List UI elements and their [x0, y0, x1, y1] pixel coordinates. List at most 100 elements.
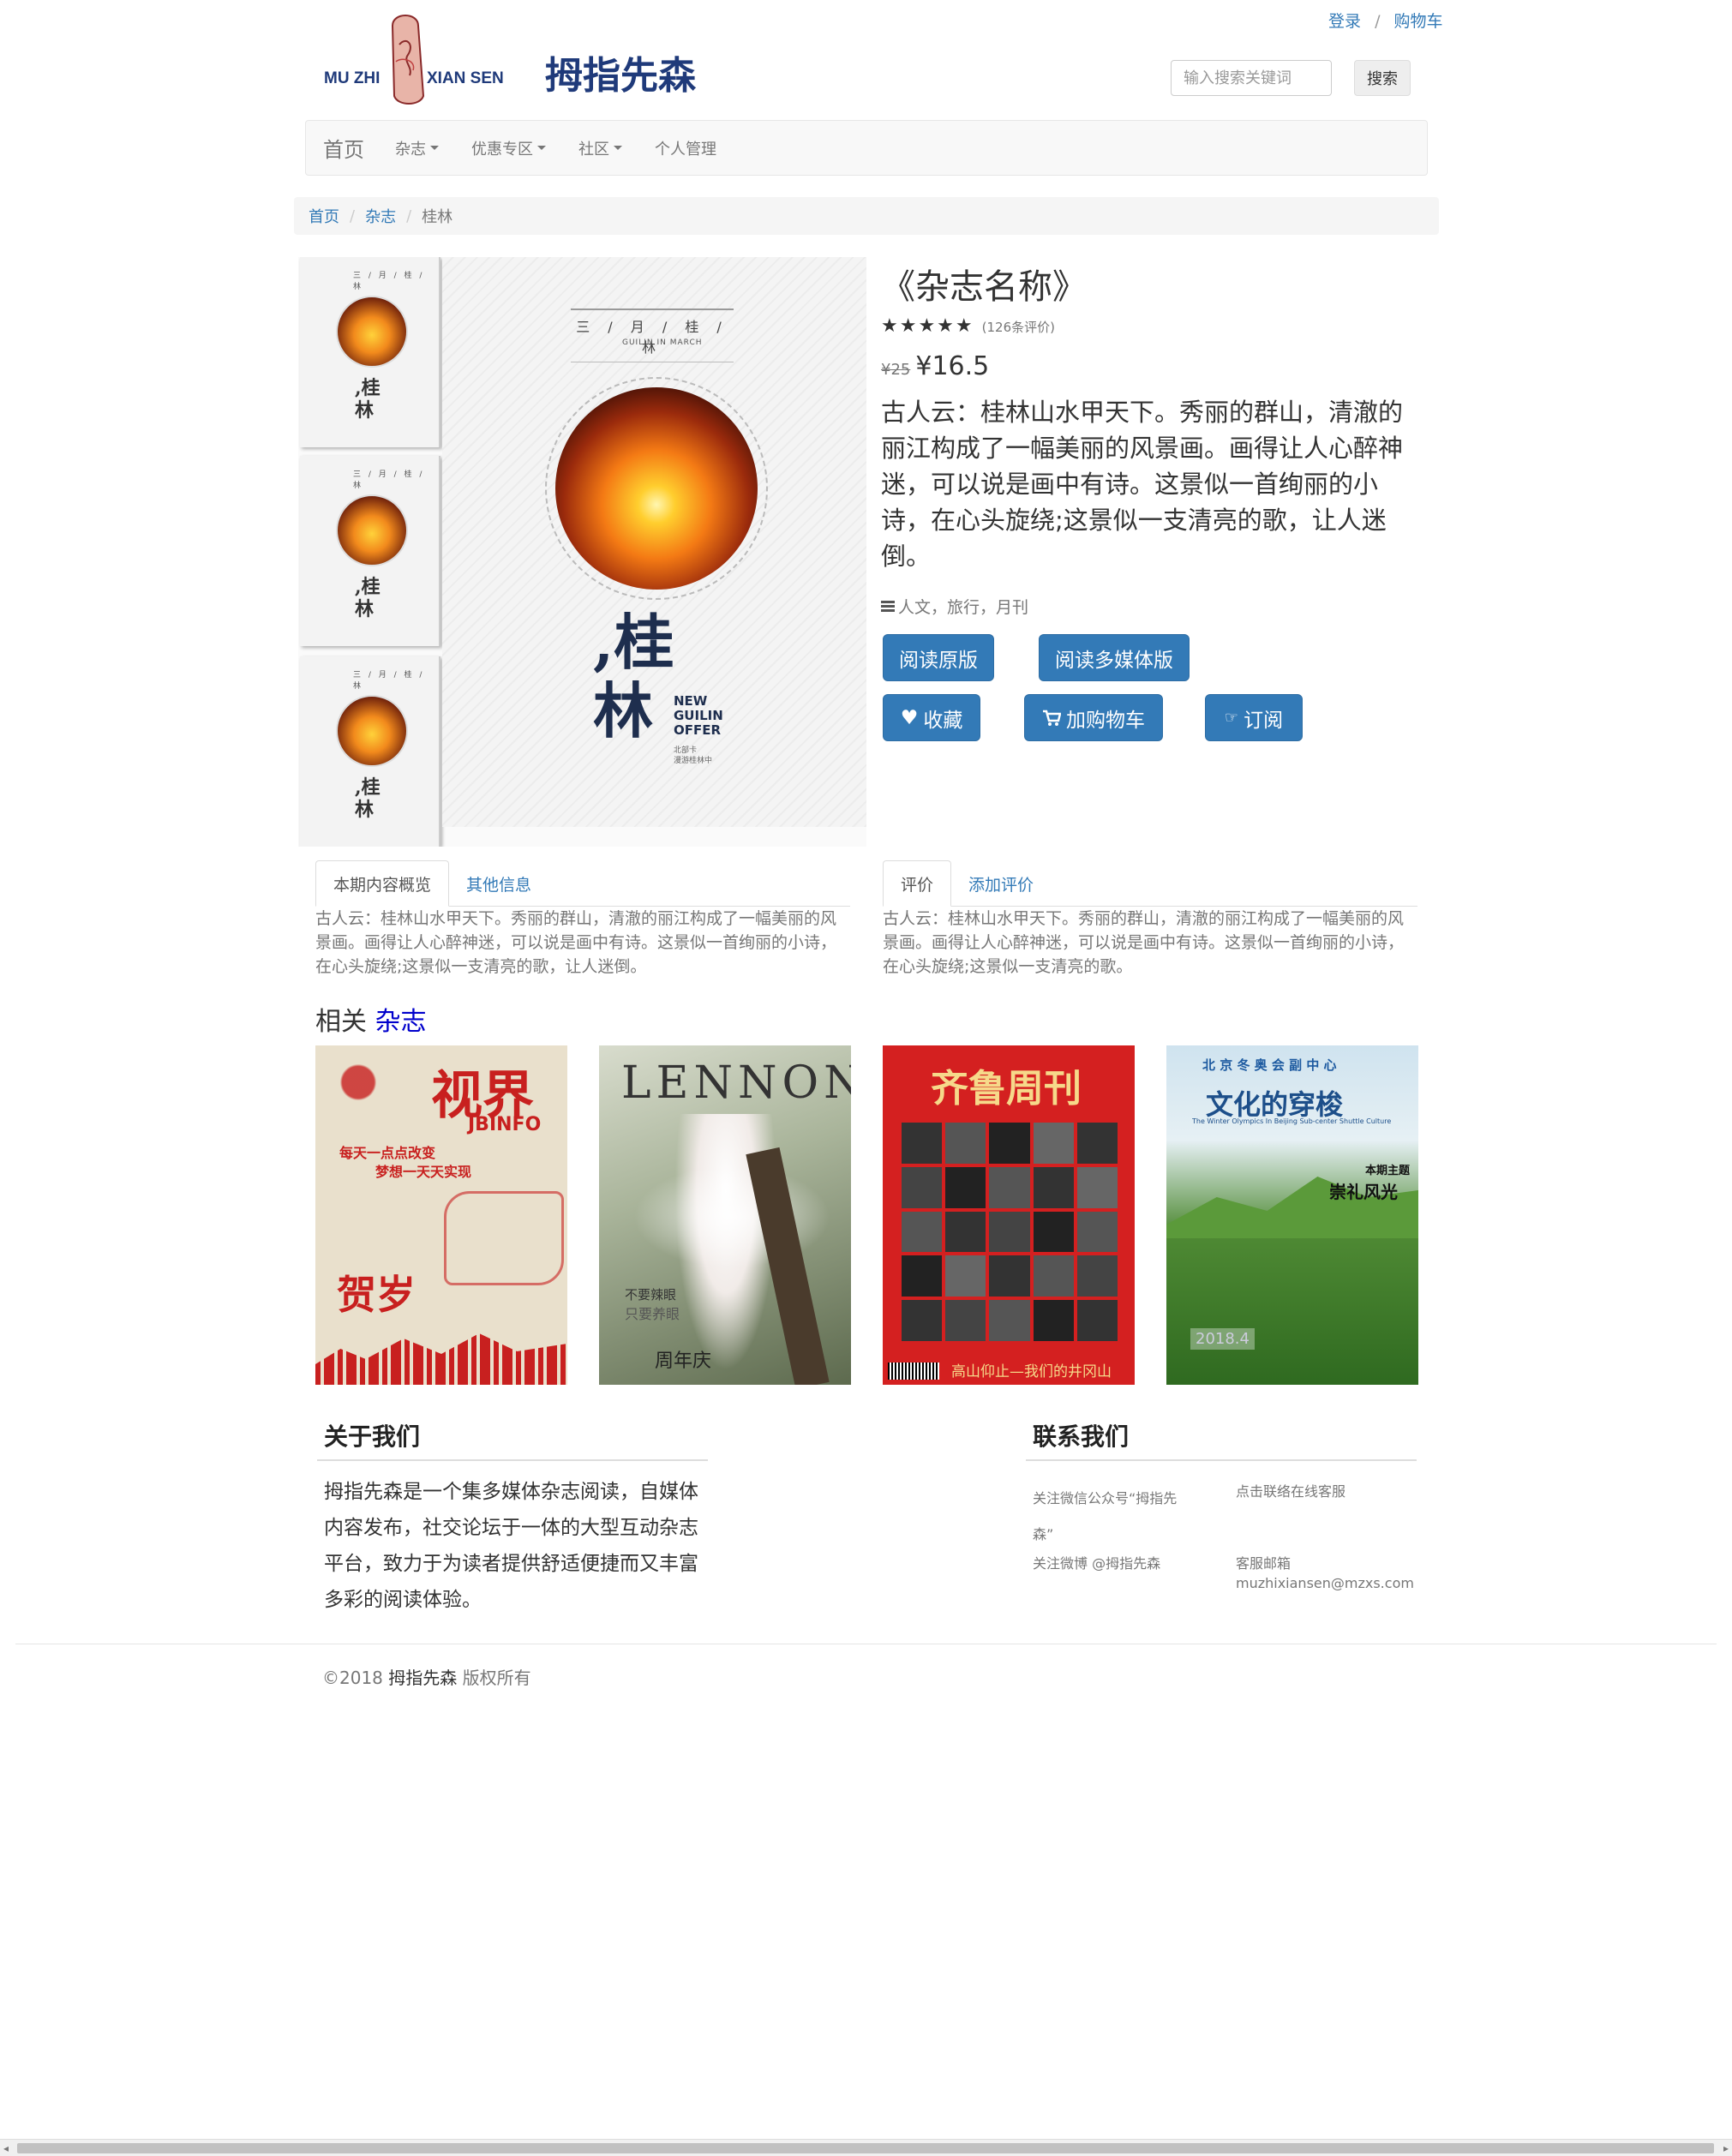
copyright: ©2018 拇指先森 版权所有 [322, 1664, 531, 1689]
thumbnail-title: ,桂 林 [355, 576, 381, 620]
nav-personal[interactable]: 个人管理 [655, 137, 716, 159]
nav-discount[interactable]: 优惠专区 [471, 137, 546, 159]
breadcrumb-magazine[interactable]: 杂志 [365, 205, 396, 227]
product-description: 古人云：桂林山水甲天下。秀丽的群山，清澈的丽江构成了一幅美丽的风景画。画得让人心… [881, 398, 1404, 571]
magazine-title: 齐鲁周刊 [931, 1067, 1082, 1111]
main-cover-image[interactable]: 三 / 月 / 桂 / 林 GUILIN IN MARCH ,桂 林 NEW G… [442, 257, 866, 827]
cover-thumbnail[interactable]: 三 / 月 / 桂 / 林 ,桂 林 [300, 257, 440, 447]
shopping-cart-icon [1043, 710, 1061, 726]
related-magazine-card[interactable]: 北 京 冬 奥 会 副 中 心 文化的穿梭 The Winter Olympic… [1166, 1045, 1418, 1385]
wechat-link[interactable]: 关注微信公众号“拇指先森” [1033, 1481, 1187, 1553]
magazine-subtitle: JBINFO [468, 1114, 542, 1135]
breadcrumb-separator: / [406, 207, 412, 225]
magazine-bottom-text: 高山仰止—我们的井冈山 [951, 1363, 1112, 1380]
magazine-line: 不要辣眼 [625, 1287, 677, 1303]
read-multimedia-button[interactable]: 阅读多媒体版 [1039, 634, 1190, 681]
subscribe-button[interactable]: ☞ 订阅 [1205, 694, 1303, 741]
online-service-link[interactable]: 点击联络在线客服 [1236, 1481, 1345, 1503]
nav-discount-label: 优惠专区 [471, 140, 533, 159]
weibo-link[interactable]: 关注微博 @拇指先森 [1033, 1553, 1160, 1575]
related-magazine-card[interactable]: LENNON 不要辣眼 只要养眼 周年庆 [599, 1045, 851, 1385]
site-logo[interactable]: MU ZHI XIAN SEN 拇指先森 [324, 10, 701, 105]
email-link[interactable]: muzhixiansen@mzxs.com [1236, 1572, 1414, 1595]
breadcrumb-separator: / [350, 207, 356, 225]
illustration [444, 1191, 564, 1285]
contact-heading: 联系我们 [1033, 1422, 1130, 1451]
scroll-left-arrow-icon[interactable]: ◂ [3, 2142, 9, 2154]
subscribe-label: 订阅 [1244, 709, 1284, 732]
tab-reviews[interactable]: 评价 [883, 860, 952, 907]
caret-down-icon [537, 146, 546, 150]
heart-icon: ♥ [900, 706, 919, 729]
sunset-image [336, 296, 408, 368]
magazine-date: 2018.4 [1190, 1328, 1255, 1350]
add-to-cart-label: 加购物车 [1066, 709, 1145, 732]
thumbnail-title: ,桂 林 [355, 377, 381, 422]
thumbnail-header: 三 / 月 / 桂 / 林 [353, 272, 425, 291]
nav-magazine[interactable]: 杂志 [395, 137, 439, 159]
reviews-content: 古人云：桂林山水甲天下。秀丽的群山，清澈的丽江构成了一幅美丽的风景画。画得让人心… [883, 909, 1405, 976]
product-tags: 人文，旅行，月刊 [881, 595, 1028, 618]
copyright-prefix: ©2018 [322, 1668, 383, 1688]
old-price: ¥25 [881, 361, 911, 379]
main-navbar: 首页 杂志 优惠专区 社区 个人管理 [305, 120, 1428, 176]
copyright-suffix: 版权所有 [462, 1668, 531, 1688]
breadcrumb-home[interactable]: 首页 [309, 205, 339, 227]
tab-overview[interactable]: 本期内容概览 [315, 860, 450, 907]
about-divider [317, 1459, 708, 1461]
horizontal-scrollbar[interactable]: ◂ ▸ [0, 2139, 1732, 2156]
cover-small-text: 北部卡 漫游桂林中 [674, 746, 713, 765]
overview-tabs: 本期内容概览 其他信息 [315, 860, 850, 907]
magazine-top-text: 北 京 冬 奥 会 副 中 心 [1202, 1057, 1337, 1073]
copyright-brand: 拇指先森 [388, 1668, 458, 1688]
add-to-cart-button[interactable]: 加购物车 [1024, 694, 1163, 741]
scrollbar-thumb[interactable] [17, 2143, 1714, 2153]
scroll-right-arrow-icon[interactable]: ▸ [1723, 2142, 1729, 2154]
favorite-label: 收藏 [923, 709, 963, 732]
price: ¥25 ¥16.5 [881, 351, 989, 381]
magazine-line: 每天一点点改变 [339, 1145, 436, 1161]
overview-content: 古人云：桂林山水甲天下。秀丽的群山，清澈的丽江构成了一幅美丽的风景画。画得让人心… [315, 909, 837, 976]
magazine-bottom-text: 贺岁 [337, 1272, 416, 1318]
related-heading: 相关 杂志 [315, 1000, 427, 1038]
rating: ★★★★★ (126条评价) [881, 315, 1055, 337]
related-magazine-card[interactable]: 视界 JBINFO 每天一点点改变 梦想一天天实现 贺岁 [315, 1045, 567, 1385]
star-rating-icon: ★★★★★ [881, 315, 974, 337]
search-button[interactable]: 搜索 [1354, 60, 1411, 96]
nav-home[interactable]: 首页 [323, 133, 364, 163]
nav-community[interactable]: 社区 [578, 137, 622, 159]
magazine-bottom-text: 周年庆 [655, 1350, 712, 1372]
cover-thumbnail[interactable]: 三 / 月 / 桂 / 林 ,桂 林 [300, 656, 440, 847]
cover-title: ,桂 林 [593, 607, 674, 746]
magazine-title: LENNON [621, 1057, 851, 1109]
magazine-topic-label: 本期主题 [1365, 1165, 1411, 1177]
tab-add-review[interactable]: 添加评价 [951, 860, 1051, 907]
hand-pointer-icon: ☞ [1224, 709, 1239, 727]
thumbnail-header: 三 / 月 / 桂 / 林 [353, 671, 425, 691]
sunset-image [545, 377, 768, 600]
nav-magazine-label: 杂志 [395, 140, 426, 159]
breadcrumb-current: 桂林 [422, 208, 453, 226]
logo-text: 拇指先森 [545, 54, 696, 98]
cart-link[interactable]: 购物车 [1394, 12, 1443, 31]
magazine-subtitle: The Winter Olympics In Beijing Sub-cente… [1192, 1117, 1392, 1125]
barcode-icon [888, 1362, 939, 1380]
cover-thumbnail[interactable]: 三 / 月 / 桂 / 林 ,桂 林 [300, 456, 440, 646]
logo-en-right: XIAN SEN [427, 69, 504, 87]
favorite-button[interactable]: ♥ 收藏 [883, 694, 980, 741]
sunset-image [336, 494, 408, 566]
tab-other-info[interactable]: 其他信息 [449, 860, 548, 907]
caret-down-icon [614, 146, 622, 150]
product-title: 《杂志名称》 [881, 267, 1087, 307]
sunset-image [336, 695, 408, 767]
search-input[interactable] [1171, 60, 1332, 96]
review-count[interactable]: (126条评价) [982, 320, 1055, 335]
login-link[interactable]: 登录 [1328, 12, 1361, 31]
decorative-pattern [324, 1052, 393, 1112]
skyline-illustration [315, 1333, 567, 1385]
read-original-button[interactable]: 阅读原版 [883, 634, 994, 681]
caret-down-icon [430, 146, 439, 150]
cover-subheader: GUILIN IN MARCH [622, 338, 703, 347]
related-magazine-card[interactable]: 齐鲁周刊 高山仰止—我们的井冈山 [883, 1045, 1135, 1385]
breadcrumb: 首页 / 杂志 / 桂林 [294, 197, 1439, 235]
